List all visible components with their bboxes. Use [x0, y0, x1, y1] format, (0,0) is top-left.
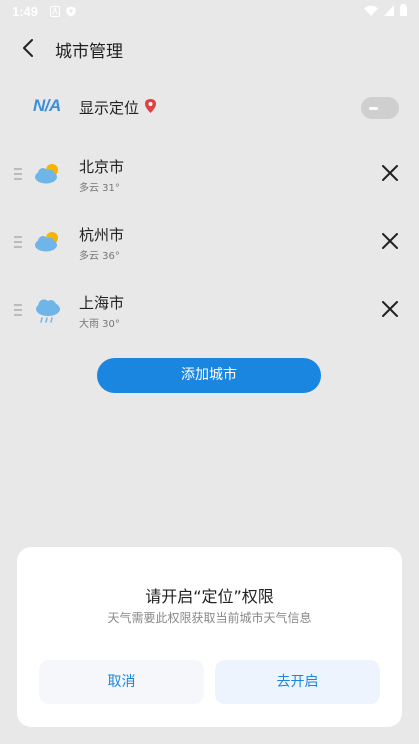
- dialog-message: 天气需要此权限获取当前城市天气信息: [107, 611, 312, 625]
- status-time: 1:49: [12, 4, 39, 19]
- delete-city-button[interactable]: [378, 297, 402, 321]
- notification-a-icon: [50, 6, 60, 17]
- location-label: 显示定位: [79, 99, 140, 117]
- city-weather: 大雨 30°: [79, 319, 120, 330]
- delete-city-button[interactable]: [378, 161, 402, 185]
- city-name: 北京市: [79, 158, 125, 176]
- permission-dialog: 请开启“定位”权限 天气需要此权限获取当前城市天气信息 取消 去开启: [17, 547, 402, 727]
- status-bar: 1:49: [0, 0, 419, 24]
- location-pin-icon: [145, 99, 156, 113]
- city-name: 杭州市: [79, 226, 125, 244]
- status-right: [364, 4, 407, 16]
- close-icon: [382, 301, 398, 317]
- drag-handle-icon[interactable]: [14, 304, 23, 318]
- header: 城市管理: [0, 24, 419, 72]
- city-name: 上海市: [79, 294, 125, 312]
- city-row[interactable]: 杭州市 多云 36°: [0, 214, 419, 274]
- wifi-icon: [364, 5, 378, 16]
- drag-handle-icon[interactable]: [14, 168, 23, 182]
- shield-icon: [66, 6, 76, 17]
- partly-cloudy-icon: [35, 232, 58, 252]
- delete-city-button[interactable]: [378, 229, 402, 253]
- close-icon: [382, 233, 398, 249]
- location-badge: N/A: [33, 96, 61, 115]
- back-button[interactable]: [14, 34, 42, 62]
- dialog-title: 请开启“定位”权限: [145, 587, 274, 606]
- drag-handle-icon[interactable]: [14, 236, 23, 250]
- city-row[interactable]: 北京市 多云 31°: [0, 146, 419, 206]
- back-arrow-icon: [23, 39, 33, 57]
- add-city-button[interactable]: 添加城市: [97, 358, 321, 393]
- city-weather: 多云 36°: [79, 251, 120, 262]
- city-row[interactable]: 上海市 大雨 30°: [0, 282, 419, 342]
- partly-cloudy-icon: [35, 164, 58, 184]
- close-icon: [382, 165, 398, 181]
- page-title: 城市管理: [55, 42, 123, 62]
- cancel-button[interactable]: 取消: [39, 660, 204, 704]
- battery-icon: [400, 4, 407, 16]
- location-row: N/A 显示定位: [0, 84, 419, 130]
- toggle-knob: [369, 107, 378, 110]
- city-weather: 多云 31°: [79, 183, 120, 194]
- location-toggle[interactable]: [361, 97, 399, 119]
- enable-permission-button[interactable]: 去开启: [215, 660, 380, 704]
- signal-icon: [384, 4, 394, 16]
- heavy-rain-icon: [36, 299, 60, 323]
